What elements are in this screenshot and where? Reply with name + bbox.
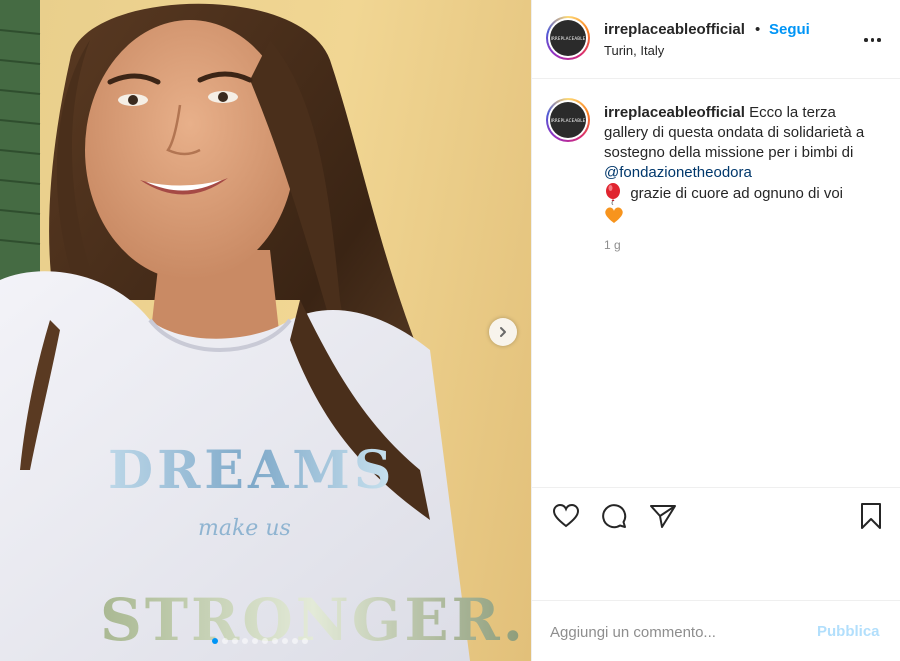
- header-bullet: •: [755, 21, 761, 38]
- paper-plane-icon: [650, 505, 676, 528]
- caption-avatar[interactable]: IRREPLACEABLE: [546, 98, 590, 142]
- caption-mention-link[interactable]: @fondazionetheodora: [604, 164, 752, 181]
- heart-icon: [553, 504, 579, 528]
- carousel-dot: [232, 638, 238, 644]
- carousel-dot: [222, 638, 228, 644]
- carousel-dots: [212, 638, 308, 644]
- avatar-text: IRREPLACEABLE: [550, 117, 586, 123]
- carousel-dot: [212, 638, 218, 644]
- post-photo[interactable]: DREAMS make us STRONGER.: [0, 0, 531, 661]
- carousel-dot: [282, 638, 288, 644]
- balloon-icon: [606, 183, 620, 205]
- carousel-dot: [302, 638, 308, 644]
- shirt-text-make-us: make us: [198, 516, 291, 541]
- share-button[interactable]: [649, 502, 677, 530]
- comment-icon: [602, 504, 627, 529]
- header-username[interactable]: irreplaceableofficial: [604, 21, 745, 38]
- more-dot-icon: [870, 38, 874, 42]
- carousel-dot: [272, 638, 278, 644]
- caption-text-end: grazie di cuore ad ognuno di voi: [630, 184, 843, 202]
- carousel-dot: [262, 638, 268, 644]
- location-link[interactable]: Turin, Italy: [604, 43, 664, 58]
- avatar[interactable]: IRREPLACEABLE: [546, 16, 590, 60]
- comment-input[interactable]: [550, 621, 800, 643]
- follow-button[interactable]: Segui: [769, 21, 810, 38]
- post-actions: [532, 487, 900, 542]
- post-caption: irreplaceableofficial Ecco la terza gall…: [604, 103, 882, 225]
- comment-button[interactable]: [600, 502, 628, 530]
- more-dot-icon: [877, 38, 881, 42]
- publish-button[interactable]: Pubblica: [817, 623, 880, 640]
- caption-username[interactable]: irreplaceableofficial: [604, 104, 745, 121]
- more-options-button[interactable]: [862, 36, 883, 44]
- save-button[interactable]: [857, 502, 885, 530]
- more-dot-icon: [864, 38, 868, 42]
- shirt-text-dreams: DREAMS: [108, 440, 395, 501]
- shirt-text-stronger: STRONGER.: [100, 586, 526, 654]
- carousel-next-button[interactable]: [489, 318, 517, 346]
- post-header: IRREPLACEABLE irreplaceableofficial • Se…: [532, 0, 900, 79]
- bookmark-icon: [861, 503, 881, 529]
- post-sidebar: IRREPLACEABLE irreplaceableofficial • Se…: [531, 0, 900, 661]
- chevron-right-icon: [500, 327, 506, 337]
- orange-heart-icon: [605, 207, 623, 224]
- carousel-dot: [242, 638, 248, 644]
- selfie-photo: DREAMS make us STRONGER.: [0, 0, 526, 661]
- avatar-text: IRREPLACEABLE: [550, 35, 586, 41]
- comment-bar: Pubblica: [532, 600, 900, 661]
- like-button[interactable]: [552, 502, 580, 530]
- post-time-ago[interactable]: 1 g: [604, 238, 621, 252]
- carousel-dot: [252, 638, 258, 644]
- carousel-dot: [292, 638, 298, 644]
